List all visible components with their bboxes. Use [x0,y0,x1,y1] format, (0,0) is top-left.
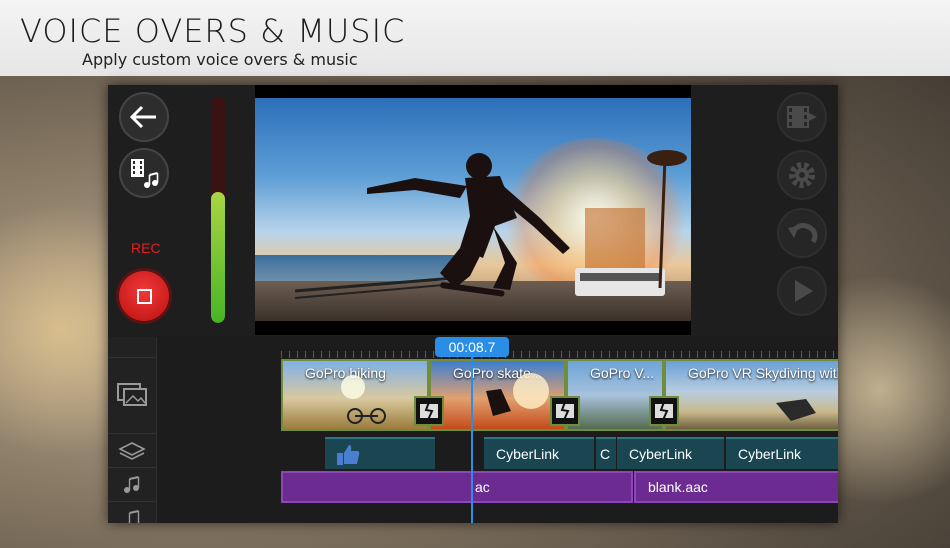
current-time-badge[interactable]: 00:08.7 [435,337,509,357]
text-clip-label: CyberLink [496,446,560,462]
time-ruler[interactable] [281,351,838,358]
playhead[interactable] [471,357,473,523]
transition-icon [556,401,574,421]
music-note-icon [128,510,140,523]
voice-music-button[interactable] [119,148,169,198]
transition-icon [420,401,438,421]
page-subtitle: Apply custom voice overs & music [82,50,358,69]
thumbs-up-icon [337,445,360,465]
rec-label: REC [131,240,161,256]
skater-silhouette [294,150,687,299]
transition-button[interactable] [649,396,679,426]
audio-level-meter [211,97,225,323]
gear-icon [789,162,815,188]
music-note-icon [124,476,140,493]
video-music-icon [131,159,159,188]
video-clip[interactable]: GoPro biking [281,359,429,431]
audio-clip[interactable]: blank.aac [634,471,838,503]
settings-button[interactable] [777,150,827,200]
text-clip-label: CyberLink [629,446,693,462]
text-clip[interactable]: CyberLink [617,437,724,469]
image-icon [117,383,147,406]
export-icon [787,106,817,128]
timeline: GoPro biking GoPro skate... GoPro V... G… [108,337,838,523]
play-button[interactable] [777,266,827,316]
transition-icon [655,401,673,421]
audio-clip-label: ac [475,479,490,495]
clip-label: GoPro V... [590,365,655,381]
play-icon [795,280,813,302]
export-button[interactable] [777,92,827,142]
page-title: VOICE OVERS & MUSIC [20,12,406,50]
transition-button[interactable] [550,396,580,426]
audio-clip[interactable]: ac [281,471,633,503]
undo-button[interactable] [777,208,827,258]
text-clip-label: CyberLink [738,446,802,462]
text-clip[interactable]: CyberLink [484,437,594,469]
text-clip[interactable]: C [596,437,616,469]
promo-header: VOICE OVERS & MUSIC Apply custom voice o… [0,0,950,76]
video-clip[interactable]: GoPro skate... [429,359,566,431]
audio-clip-label: blank.aac [648,479,708,495]
transition-button[interactable] [414,396,444,426]
back-button[interactable] [119,92,169,142]
stop-icon [137,289,152,304]
video-editor-app: REC GoPro biking GoPro skate... GoPro V.… [108,85,838,523]
record-button[interactable] [119,271,169,321]
text-clip-label: C [600,446,611,462]
text-clip[interactable]: CyberLink [726,437,838,469]
undo-icon [788,223,818,244]
preview-frame-image [255,98,691,321]
level-meter-fill [211,191,225,323]
track-icon-column [108,337,157,523]
arrow-left-icon [129,105,156,129]
video-preview[interactable] [255,85,691,335]
video-clip[interactable]: GoPro VR Skydiving with [664,359,838,431]
layers-icon [118,442,146,460]
sticker-clip[interactable] [325,437,435,469]
